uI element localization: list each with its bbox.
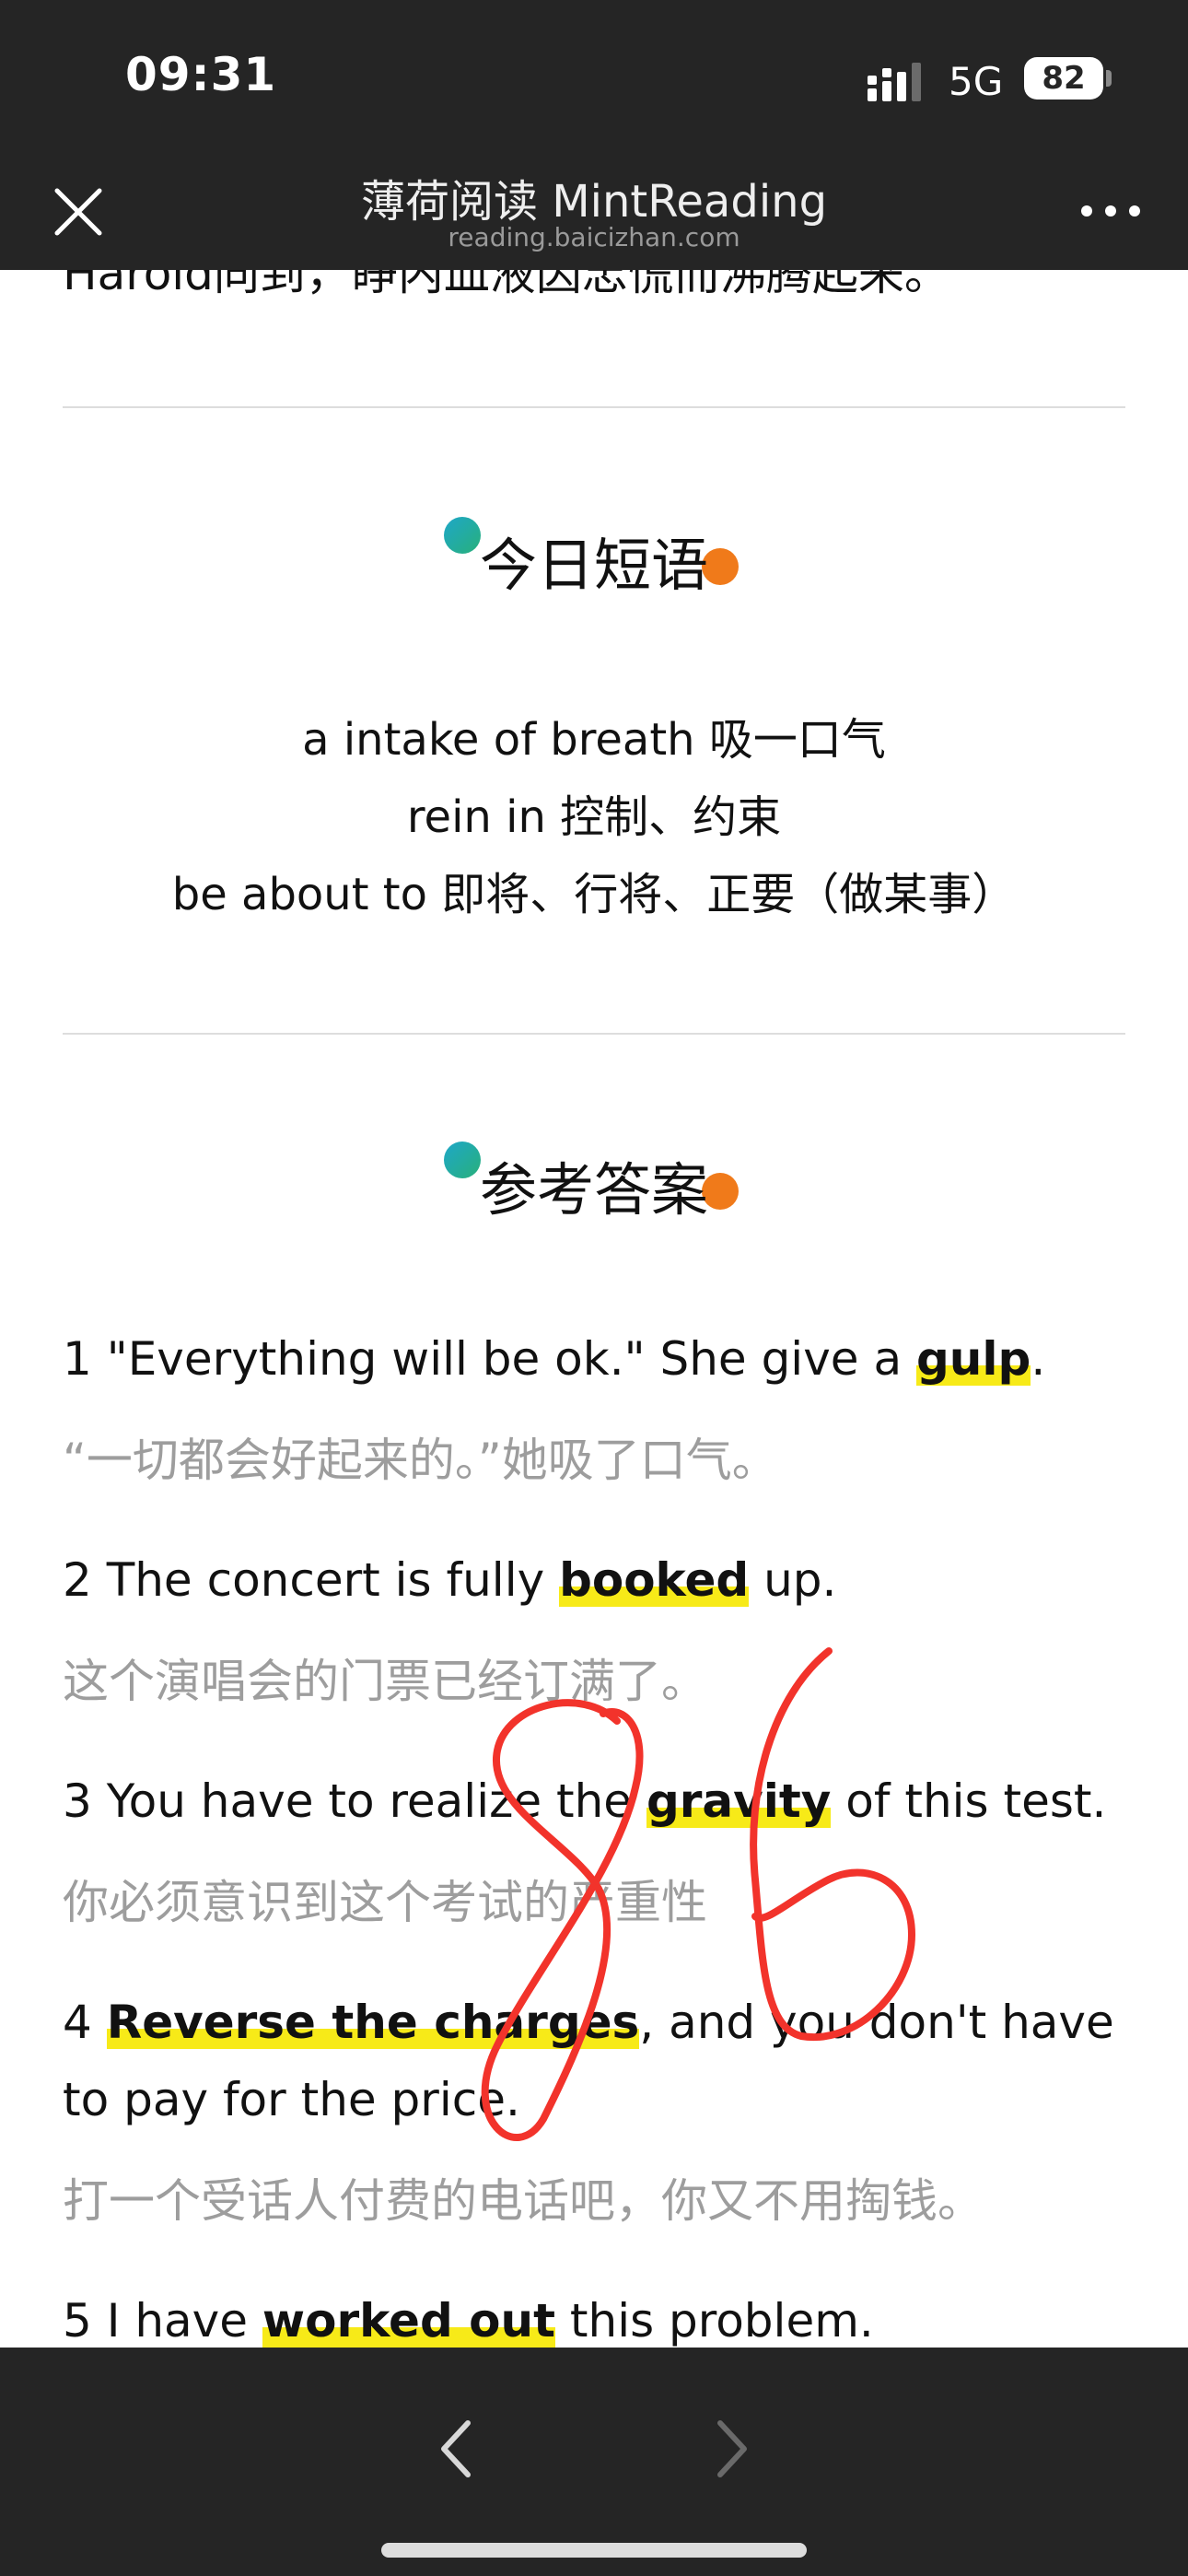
answer-keyword[interactable]: booked [559, 1553, 750, 1607]
answer-keyword[interactable]: gravity [646, 1774, 832, 1828]
answer-translation: 这个演唱会的门票已经订满了。 [63, 1655, 707, 1708]
answer-text: 5 I have [63, 2294, 262, 2348]
article-clipped-line: Harold同到，睁内皿液因忠慌而沸腾起来。 [63, 270, 950, 300]
answer-english: 3 You have to realize the gravity of thi… [63, 1762, 1131, 1840]
answer-text: 3 You have to realize the [63, 1774, 646, 1828]
section-divider [63, 406, 1125, 408]
status-time: 09:31 [125, 48, 277, 101]
phrase-item: rein in 控制、约束 [406, 791, 782, 843]
answers-heading: 参考答案 [479, 1156, 708, 1224]
answer-text: up. [749, 1553, 837, 1607]
battery-indicator: 82 [1024, 57, 1103, 100]
battery-nub [1106, 70, 1112, 87]
answer-text: 4 [63, 1996, 107, 2049]
phrase-item: a intake of breath 吸一口气 [302, 714, 886, 766]
cellular-signal-icon [868, 63, 921, 101]
answer-text: 1 "Everything will be ok." She give a [63, 1332, 916, 1386]
section-divider [63, 1033, 1125, 1035]
answer-english: 4 Reverse the charges, and you don't hav… [63, 1984, 1131, 2138]
phrase-item: be about to 即将、行将、正要（做某事） [171, 869, 1017, 920]
answer-keyword[interactable]: worked out [262, 2294, 555, 2348]
answer-text: of this test. [831, 1774, 1107, 1828]
bottom-toolbar [0, 2348, 1188, 2576]
chevron-right-icon[interactable] [700, 2403, 764, 2495]
answer-translation: “一切都会好起来的。”她吸了口气。 [63, 1434, 778, 1487]
answer-english: 5 I have worked out this problem. [63, 2282, 1131, 2348]
page-domain: reading.baicizhan.com [448, 222, 740, 252]
answer-english: 1 "Everything will be ok." She give a gu… [63, 1320, 1131, 1398]
phrases-heading: 今日短语 [479, 532, 708, 599]
answer-text: 2 The concert is fully [63, 1553, 560, 1607]
status-bar: 09:31 5G 82 [0, 0, 1188, 152]
navigation-bar: 薄荷阅读 MintReading reading.baicizhan.com [0, 152, 1188, 270]
answer-text: . [1031, 1332, 1046, 1386]
answer-english: 2 The concert is fully booked up. [63, 1541, 1131, 1619]
answer-translation: 你必须意识到这个考试的严重性 [63, 1876, 707, 1929]
answer-translation: 打一个受话人付费的电话吧，你又不用掏钱。 [63, 2174, 984, 2228]
more-dots-icon[interactable] [1074, 185, 1147, 237]
home-indicator[interactable] [381, 2543, 807, 2558]
network-type: 5G [949, 59, 1004, 104]
answer-text: this problem. [555, 2294, 874, 2348]
chevron-left-icon[interactable] [424, 2403, 488, 2495]
article-content[interactable]: Harold同到，睁内皿液因忠慌而沸腾起来。 今日短语 a intake of … [0, 270, 1188, 2348]
answer-keyword[interactable]: gulp [915, 1332, 1031, 1386]
answer-keyword[interactable]: Reverse the charges [106, 1996, 640, 2049]
page-title: 薄荷阅读 MintReading [360, 176, 828, 228]
